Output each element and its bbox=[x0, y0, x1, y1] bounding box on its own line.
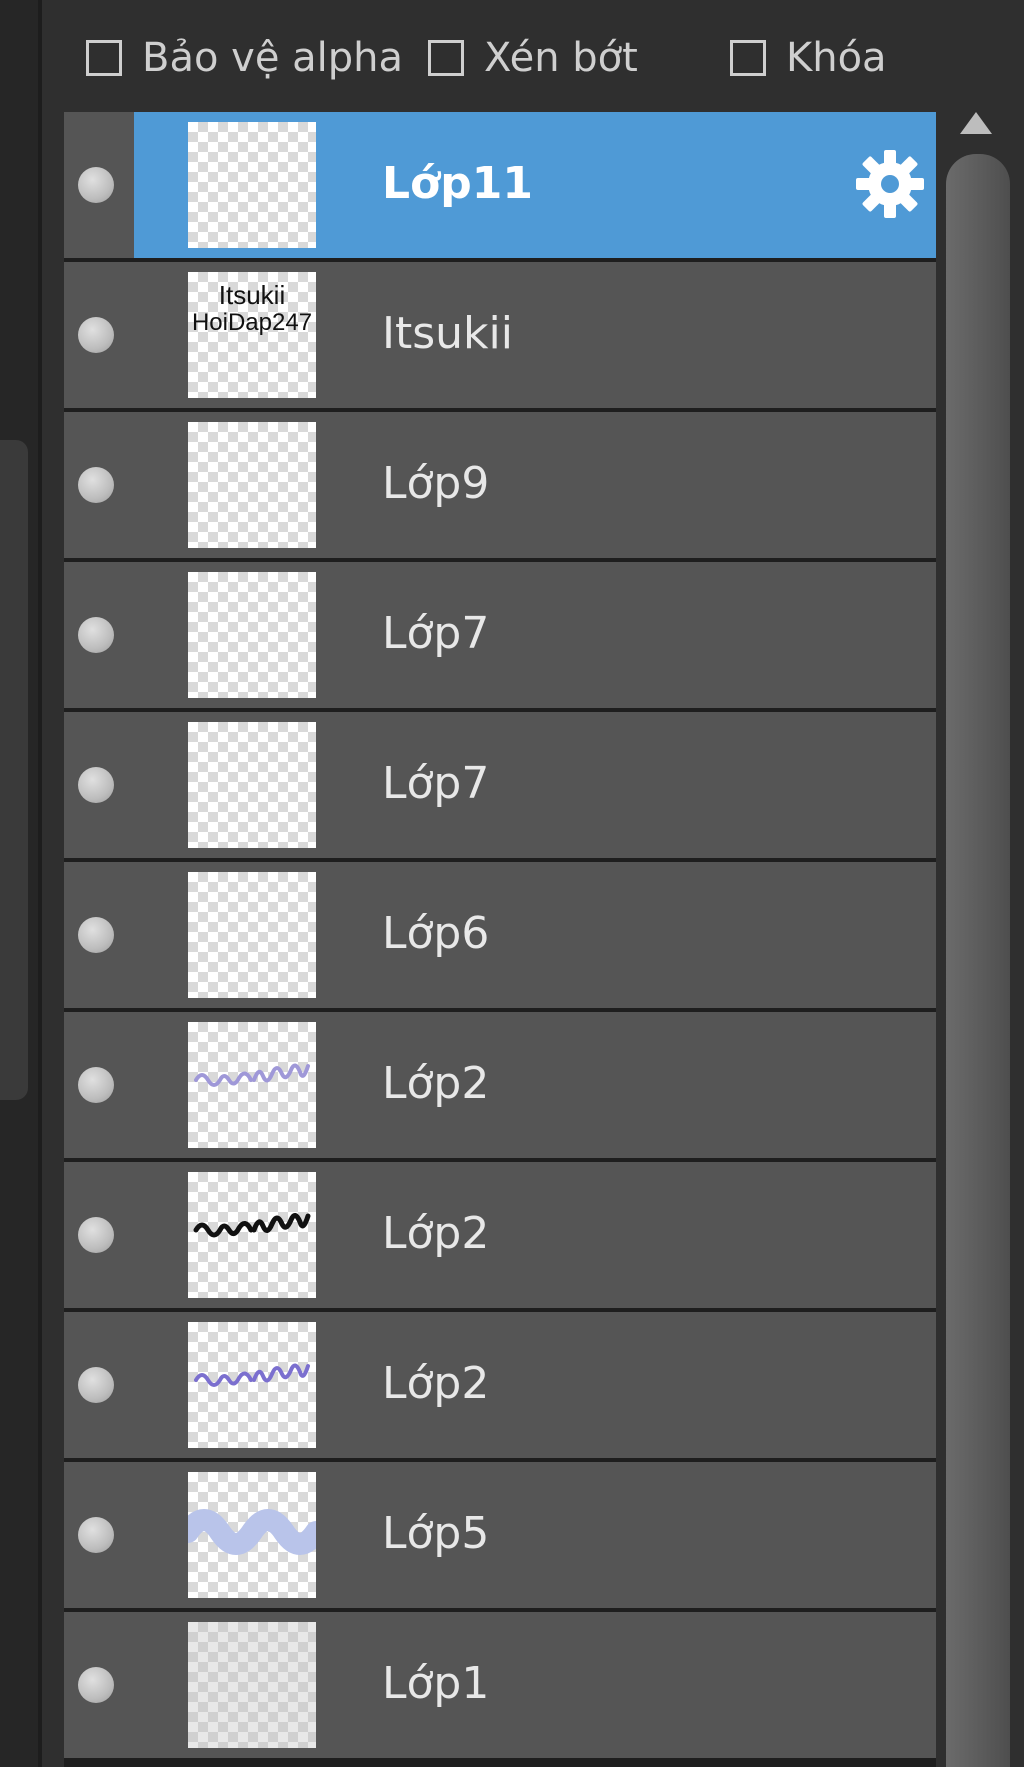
left-divider-strip bbox=[0, 0, 42, 1767]
thumb-script-art bbox=[194, 1063, 310, 1087]
alpha-protect-checkbox[interactable] bbox=[86, 40, 122, 76]
lock-label: Khóa bbox=[786, 35, 887, 81]
layer-name: Lớp7 bbox=[382, 608, 490, 659]
thumb-text-art: ItsukiiHoiDap247 bbox=[192, 280, 312, 336]
layer-name: Lớp6 bbox=[382, 908, 490, 959]
visibility-dot-icon[interactable] bbox=[78, 1067, 114, 1103]
clip-label: Xén bớt bbox=[484, 35, 638, 81]
visibility-dot-icon[interactable] bbox=[78, 1517, 114, 1553]
layer-thumbnail[interactable] bbox=[188, 1322, 316, 1448]
layer-name: Itsukii bbox=[382, 308, 513, 359]
layer-thumbnail[interactable] bbox=[188, 422, 316, 548]
layer-row[interactable]: Lớp11 bbox=[64, 112, 936, 258]
layer-thumbnail[interactable] bbox=[188, 722, 316, 848]
visibility-dot-icon[interactable] bbox=[78, 167, 114, 203]
layer-row[interactable]: Lớp7 bbox=[64, 562, 936, 708]
layer-name: Lớp2 bbox=[382, 1358, 490, 1409]
layers-panel: Bảo vệ alpha Xén bớt Khóa Lớp11 Itsukii Ho… bbox=[0, 0, 1024, 1767]
visibility-dot-icon[interactable] bbox=[78, 1667, 114, 1703]
thumb-script-art bbox=[194, 1363, 310, 1387]
gear-icon[interactable] bbox=[854, 148, 926, 220]
visibility-dot-icon[interactable] bbox=[78, 617, 114, 653]
layer-list-scrollbar[interactable] bbox=[936, 100, 1024, 1767]
left-scroll-thumb[interactable] bbox=[0, 440, 28, 1100]
visibility-dot-icon[interactable] bbox=[78, 767, 114, 803]
layer-name: Lớp9 bbox=[382, 458, 490, 509]
layer-name: Lớp11 bbox=[382, 158, 533, 209]
layer-list: Lớp11 Itsukii HoiDap247 Itsukii Lớp9 Lớp7 Lớp7… bbox=[64, 112, 936, 1767]
visibility-dot-icon[interactable] bbox=[78, 917, 114, 953]
layer-name: Lớp7 bbox=[382, 758, 490, 809]
layer-thumbnail[interactable] bbox=[188, 872, 316, 998]
layer-name: Lớp2 bbox=[382, 1058, 490, 1109]
thumb-wave-art bbox=[188, 1509, 316, 1555]
layer-name: Lớp2 bbox=[382, 1208, 490, 1259]
layer-row[interactable]: Lớp2 bbox=[64, 1312, 936, 1458]
alpha-protect-label: Bảo vệ alpha bbox=[142, 35, 404, 81]
layer-thumbnail[interactable] bbox=[188, 1172, 316, 1298]
layer-thumbnail[interactable] bbox=[188, 1622, 316, 1748]
alpha-protect-option[interactable]: Bảo vệ alpha bbox=[86, 34, 403, 82]
clip-option[interactable]: Xén bớt bbox=[428, 34, 638, 82]
layer-name: Lớp1 bbox=[382, 1658, 490, 1709]
clip-checkbox[interactable] bbox=[428, 40, 464, 76]
visibility-dot-icon[interactable] bbox=[78, 1367, 114, 1403]
layer-thumbnail[interactable] bbox=[188, 122, 316, 248]
visibility-dot-icon[interactable] bbox=[78, 317, 114, 353]
layer-row[interactable]: Lớp2 bbox=[64, 1162, 936, 1308]
layer-options-row: Bảo vệ alpha Xén bớt Khóa bbox=[42, 0, 1024, 112]
layer-row[interactable]: Lớp7 bbox=[64, 712, 936, 858]
layer-thumbnail[interactable] bbox=[188, 1022, 316, 1148]
layer-name: Lớp5 bbox=[382, 1508, 490, 1559]
svg-text:HoiDap247: HoiDap247 bbox=[192, 309, 312, 336]
layer-thumbnail[interactable] bbox=[188, 572, 316, 698]
svg-text:Itsukii: Itsukii bbox=[219, 280, 285, 310]
triangle-up-icon[interactable] bbox=[960, 112, 992, 134]
thumb-script-art bbox=[193, 1213, 311, 1238]
layer-row[interactable]: Lớp9 bbox=[64, 412, 936, 558]
layer-row[interactable]: Lớp6 bbox=[64, 862, 936, 1008]
visibility-dot-icon[interactable] bbox=[78, 1217, 114, 1253]
lock-option[interactable]: Khóa bbox=[730, 34, 887, 82]
layer-row[interactable]: Itsukii HoiDap247 Itsukii bbox=[64, 262, 936, 408]
layer-row[interactable]: Lớp5 bbox=[64, 1462, 936, 1608]
scrollbar-thumb[interactable] bbox=[946, 154, 1010, 1767]
layer-row[interactable]: Lớp2 bbox=[64, 1012, 936, 1158]
visibility-dot-icon[interactable] bbox=[78, 467, 114, 503]
layer-thumbnail[interactable]: Itsukii HoiDap247 bbox=[188, 272, 316, 398]
layer-thumbnail[interactable] bbox=[188, 1472, 316, 1598]
layer-row[interactable]: Lớp1 bbox=[64, 1612, 936, 1758]
lock-checkbox[interactable] bbox=[730, 40, 766, 76]
